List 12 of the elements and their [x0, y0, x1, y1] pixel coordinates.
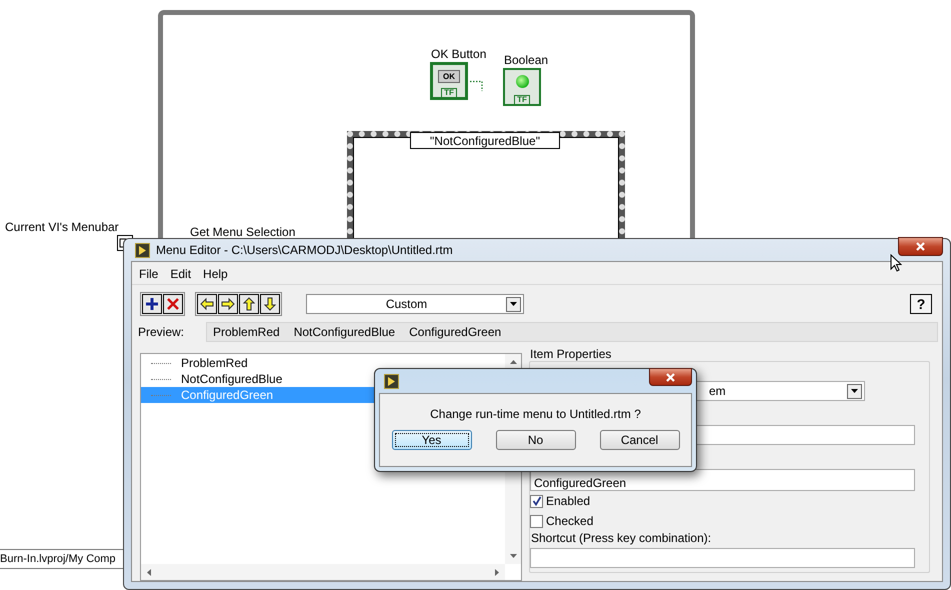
- control-label: Current VI's Menubar: [5, 220, 119, 234]
- checkbox-label: Enabled: [546, 494, 590, 508]
- shortcut-label: Shortcut (Press key combination):: [530, 531, 712, 545]
- checkbox-label: Checked: [546, 514, 594, 528]
- preview-label: Preview:: [138, 325, 186, 339]
- terminal-label: OK Button: [431, 47, 486, 61]
- group-title: Item Properties: [529, 347, 612, 361]
- project-status-text: Burn-In.lvproj/My Comp: [0, 549, 124, 569]
- dialog-message: Change run-time menu to Untitled.rtm ?: [430, 407, 641, 421]
- terminal-label: Boolean: [504, 53, 548, 67]
- window-title: Menu Editor - C:\Users\CARMODJ\Desktop\Untitled.rtm: [156, 243, 453, 257]
- function-label: Get Menu Selection: [190, 225, 296, 239]
